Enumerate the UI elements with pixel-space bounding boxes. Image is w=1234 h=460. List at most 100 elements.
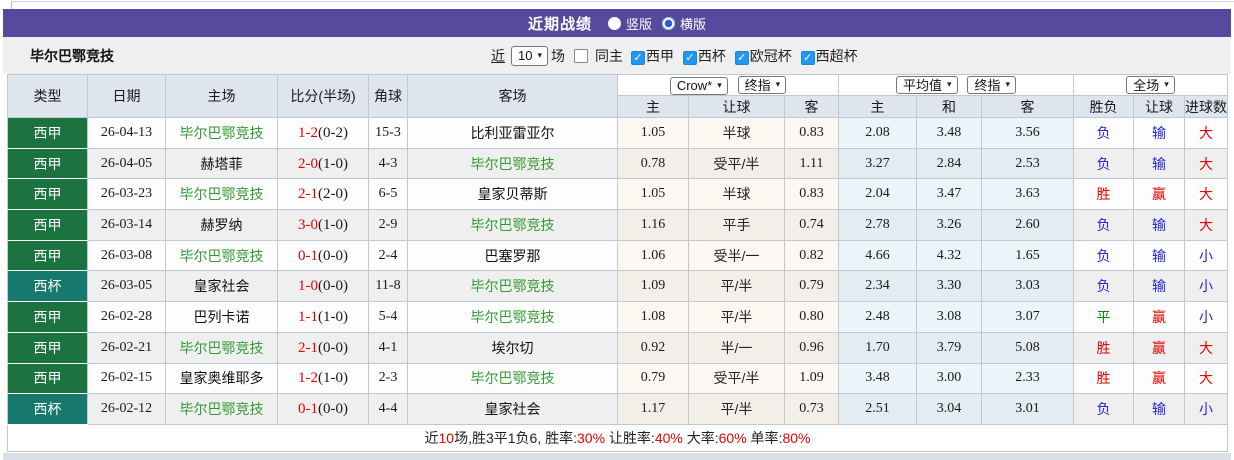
avg-away-odds: 5.08 <box>981 331 1074 364</box>
avg-draw-odds: 3.47 <box>916 178 982 211</box>
handicap-home-odds: 0.92 <box>617 331 689 364</box>
table-row: 西杯 26-03-05 皇家社会 1-0(0-0) 11-8 毕尔巴鄂竞技 1.… <box>7 270 1228 303</box>
handicap-away-odds: 0.83 <box>784 117 839 149</box>
cropped-box-corner <box>11 1 1234 9</box>
fulltime-score: 2-1 <box>298 186 318 203</box>
avg-home-odds: 4.66 <box>838 239 917 272</box>
scope-value: 全场 <box>1133 78 1160 93</box>
win-loss-result: 胜 <box>1073 331 1134 364</box>
handicap-result: 输 <box>1133 209 1185 241</box>
handicap-stage-select[interactable]: 终指 ▾ <box>737 75 787 94</box>
radio-checked-icon[interactable] <box>662 16 675 30</box>
avg-away-odds: 2.53 <box>981 147 1074 180</box>
home-team: 毕尔巴鄂竞技 <box>165 331 278 364</box>
league-checkbox-3[interactable]: ✓ <box>800 51 815 65</box>
handicap-home-odds: 0.78 <box>617 147 689 180</box>
match-score: 2-1(0-0) <box>277 331 369 364</box>
home-team: 皇家社会 <box>165 270 278 303</box>
handicap-line: 半球 <box>688 117 785 149</box>
handicap-home-odds: 0.79 <box>617 362 689 395</box>
avg-away-odds: 3.01 <box>981 393 1074 425</box>
col-header-avg-home: 主 <box>838 95 917 118</box>
summary-text: 近10场,胜3平1负6, 胜率:30% 让胜率:40% 大率:60% 单率:80… <box>7 423 1228 452</box>
same-home-label: 同主 <box>595 47 623 64</box>
corner-count: 11-8 <box>368 270 408 303</box>
league-label: 西杯 <box>697 47 726 64</box>
handicap-source-select[interactable]: Crow* ▾ <box>669 76 728 95</box>
europe-source-select[interactable]: 平均值 ▾ <box>896 76 958 94</box>
avg-draw-odds: 3.48 <box>916 117 982 149</box>
match-type-badge: 西甲 <box>7 209 88 241</box>
chevron-down-icon: ▾ <box>1005 79 1010 89</box>
handicap-line: 平手 <box>688 209 785 241</box>
match-date: 26-02-15 <box>87 362 166 395</box>
summary-row: 近10场,胜3平1负6, 胜率:30% 让胜率:40% 大率:60% 单率:80… <box>7 423 1228 452</box>
handicap-line: 半/一 <box>688 331 785 364</box>
col-header-avg-draw: 和 <box>916 95 982 118</box>
fulltime-score: 3-0 <box>298 216 318 233</box>
col-header-let-line: 让球 <box>688 95 785 118</box>
summary-stat-label: 近 <box>424 429 439 446</box>
match-type-badge: 西甲 <box>7 301 88 333</box>
corner-count: 4-3 <box>368 147 408 180</box>
goals-result: 小 <box>1184 301 1228 333</box>
match-type-badge: 西甲 <box>7 331 88 364</box>
fulltime-score: 2-1 <box>298 339 318 356</box>
layout-option-horizontal[interactable]: 横版 <box>662 14 706 33</box>
team-name: 毕尔巴鄂竞技 <box>30 47 114 64</box>
scope-select-cell: 全场 ▾ <box>1073 74 1228 96</box>
europe-stage-select[interactable]: 终指 ▾ <box>967 76 1016 94</box>
avg-away-odds: 1.65 <box>981 239 1074 272</box>
match-score: 1-1(1-0) <box>277 301 369 333</box>
recent-count-value: 10 <box>518 47 533 63</box>
match-type-badge: 西杯 <box>7 393 88 425</box>
handicap-source-value: Crow* <box>676 77 713 93</box>
match-type-badge: 西甲 <box>7 178 88 211</box>
home-team: 毕尔巴鄂竞技 <box>165 117 278 149</box>
goals-result: 小 <box>1184 393 1228 425</box>
col-header-type: 类型 <box>7 74 88 118</box>
halftime-score: (0-2) <box>318 124 348 141</box>
goals-result: 小 <box>1184 239 1228 272</box>
match-date: 26-04-05 <box>87 147 166 180</box>
match-score: 0-1(0-0) <box>277 239 369 272</box>
europe-selects-cell: 平均值 ▾ 终指 ▾ <box>838 74 1074 96</box>
radio-unchecked-icon[interactable] <box>607 16 621 30</box>
corner-count: 2-4 <box>368 239 408 272</box>
europe-source-value: 平均值 <box>903 78 943 93</box>
match-date: 26-03-23 <box>87 178 166 211</box>
fulltime-score: 1-2 <box>298 124 318 141</box>
same-home-checkbox[interactable] <box>574 48 588 63</box>
away-team: 毕尔巴鄂竞技 <box>407 147 618 180</box>
col-header-score: 比分(半场) <box>277 74 369 118</box>
chevron-down-icon: ▾ <box>1164 79 1169 89</box>
league-label: 西超杯 <box>815 47 858 64</box>
scope-select[interactable]: 全场 ▾ <box>1126 76 1175 94</box>
goals-result: 小 <box>1184 270 1228 303</box>
match-score: 1-2(1-0) <box>277 362 369 395</box>
league-checkbox-1[interactable]: ✓ <box>682 51 697 65</box>
handicap-result: 赢 <box>1133 178 1185 211</box>
layout-option-vertical[interactable]: 竖版 <box>607 14 652 33</box>
match-type-badge: 西甲 <box>7 117 88 149</box>
recent-count-select[interactable]: 10 ▾ <box>511 45 548 66</box>
match-type-badge: 西甲 <box>7 362 88 395</box>
match-score: 0-1(0-0) <box>277 393 369 425</box>
bottom-strip <box>3 452 1231 460</box>
league-checkbox-0[interactable]: ✓ <box>631 51 645 65</box>
halftime-score: (0-0) <box>318 339 348 356</box>
match-score: 2-0(1-0) <box>277 147 369 180</box>
win-loss-result: 胜 <box>1073 178 1134 211</box>
league-checkbox-2[interactable]: ✓ <box>734 51 749 65</box>
handicap-home-odds: 1.17 <box>617 393 689 425</box>
filters: 近 10 ▾ 场 同主 ✓ 西甲 ✓ 西杯 ✓ 欧冠杯 ✓ 西超杯 <box>491 45 858 66</box>
avg-draw-odds: 4.32 <box>916 239 982 272</box>
fulltime-score: 1-0 <box>298 278 318 295</box>
halftime-score: (1-0) <box>318 216 348 233</box>
chevron-down-icon: ▾ <box>775 78 781 89</box>
avg-away-odds: 3.03 <box>981 270 1074 303</box>
halftime-score: (2-0) <box>318 186 348 203</box>
fulltime-score: 2-0 <box>298 155 318 172</box>
col-header-corner: 角球 <box>368 74 408 118</box>
recent-link[interactable]: 近 <box>491 46 505 66</box>
